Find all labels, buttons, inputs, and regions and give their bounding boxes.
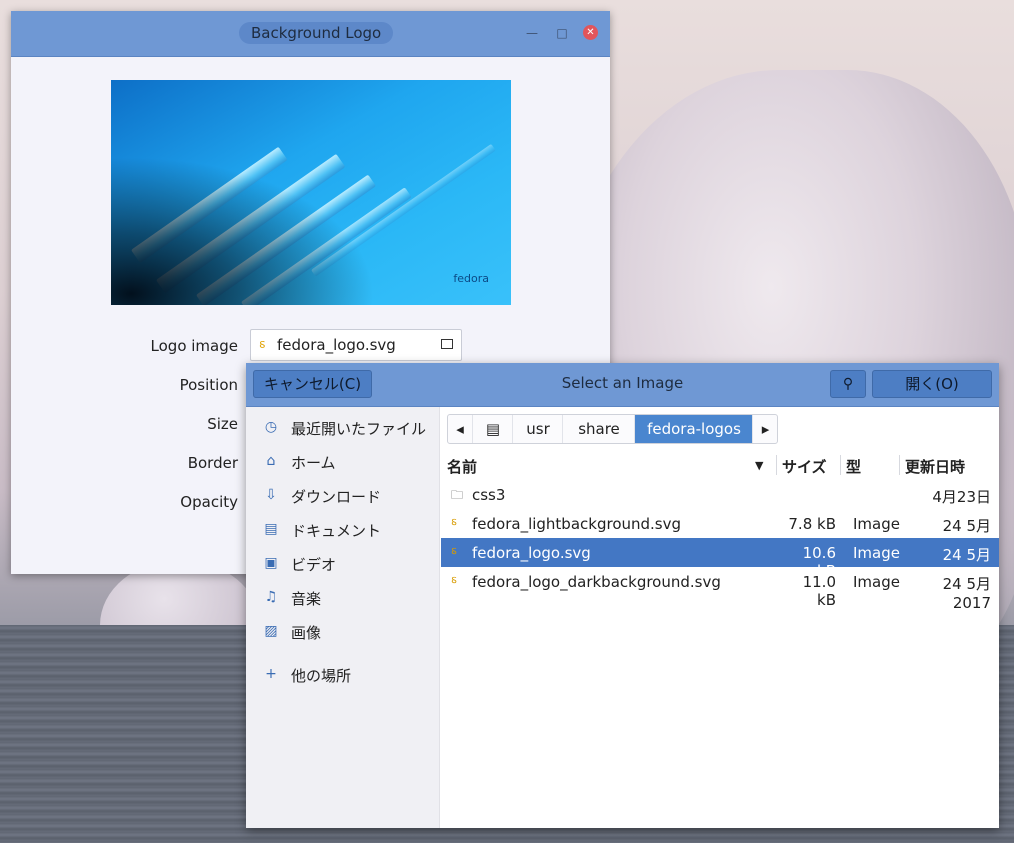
sidebar-item-label: 画像 (291, 624, 322, 642)
file-row[interactable]: 🗀 css3 4月23日 (441, 480, 999, 509)
logo-image-picker[interactable]: ⸹ fedora_logo.svg (250, 329, 462, 361)
download-icon: ⇩ (265, 487, 277, 503)
clock-icon: ◷ (264, 419, 278, 435)
sidebar-item-label: 他の場所 (291, 667, 352, 685)
opacity-label: Opacity (180, 493, 238, 511)
search-button[interactable]: ⚲ (830, 370, 866, 398)
sidebar-item-music[interactable]: ♫ 音楽 (246, 583, 440, 613)
window-title: Background Logo (239, 22, 394, 44)
column-name[interactable]: 名前 (447, 456, 477, 477)
logo-preview-image: fedora (111, 80, 511, 305)
svg-file-icon: ⸹ (259, 340, 266, 355)
svg-file-icon: ⸹ (451, 546, 458, 560)
file-row[interactable]: ⸹ fedora_lightbackground.svg 7.8 kB Imag… (441, 509, 999, 554)
dialog-title: Select an Image (561, 374, 684, 392)
path-segment-current[interactable]: fedora-logos (634, 415, 753, 443)
path-back-arrow-icon[interactable]: ◂ (448, 415, 472, 443)
folder-icon (441, 339, 453, 349)
sidebar-item-label: ホーム (291, 454, 336, 472)
file-size: 11.0 kB (802, 573, 836, 609)
places-sidebar: ◷ 最近開いたファイル ⌂ ホーム ⇩ ダウンロード ▤ ドキュメント ▣ ビデ… (246, 407, 440, 828)
logo-image-value: fedora_logo.svg (277, 336, 396, 354)
logo-image-label: Logo image (150, 337, 238, 355)
sidebar-item-pictures[interactable]: ▨ 画像 (246, 617, 440, 647)
home-icon: ⌂ (266, 453, 276, 469)
file-row-selected[interactable]: ⸹ fedora_logo.svg 10.6 kB Image 24 5月 20… (441, 538, 999, 583)
maximize-icon[interactable]: □ (554, 25, 570, 41)
file-modified: 24 5月 2017 (942, 575, 991, 612)
cancel-button[interactable]: キャンセル(C) (253, 370, 372, 398)
dialog-header[interactable]: キャンセル(C) Select an Image ⚲ 開く(O) (246, 363, 999, 407)
file-name: css3 (472, 486, 506, 504)
sidebar-item-home[interactable]: ⌂ ホーム (246, 447, 440, 477)
sidebar-item-recent[interactable]: ◷ 最近開いたファイル (246, 413, 440, 443)
path-segment[interactable]: usr (512, 415, 563, 443)
svg-file-icon: ⸹ (451, 517, 458, 531)
file-name: fedora_logo.svg (472, 544, 591, 562)
file-chooser-dialog: キャンセル(C) Select an Image ⚲ 開く(O) ◷ 最近開いた… (246, 363, 999, 828)
size-label: Size (207, 415, 238, 433)
file-modified: 4月23日 (932, 488, 991, 506)
document-icon: ▤ (264, 521, 278, 537)
svg-file-icon: ⸹ (451, 575, 458, 589)
sidebar-item-label: 音楽 (291, 590, 322, 608)
path-segment[interactable]: share (562, 415, 635, 443)
file-type: Image (853, 573, 900, 591)
path-forward-arrow-icon[interactable]: ▸ (752, 415, 778, 443)
sort-descending-icon[interactable]: ▼ (755, 459, 763, 472)
column-modified[interactable]: 更新日時 (905, 456, 965, 477)
column-type[interactable]: 型 (846, 456, 861, 477)
music-icon: ♫ (264, 589, 278, 605)
sidebar-item-label: ビデオ (291, 556, 337, 574)
path-bar: ◂ ▤ usr share fedora-logos ▸ (447, 414, 778, 444)
sidebar-item-videos[interactable]: ▣ ビデオ (246, 549, 440, 579)
file-type: Image (853, 544, 900, 562)
image-icon: ▨ (264, 623, 278, 639)
video-icon: ▣ (264, 555, 278, 571)
sidebar-item-downloads[interactable]: ⇩ ダウンロード (246, 481, 440, 511)
border-label: Border (187, 454, 238, 472)
file-name: fedora_logo_darkbackground.svg (472, 573, 721, 591)
sidebar-item-label: 最近開いたファイル (291, 420, 427, 438)
file-size: 7.8 kB (788, 515, 836, 533)
plus-icon: + (265, 666, 277, 682)
file-row[interactable]: ⸹ fedora_logo_darkbackground.svg 11.0 kB… (441, 567, 999, 612)
sidebar-item-other-locations[interactable]: + 他の場所 (246, 660, 440, 690)
position-label: Position (179, 376, 238, 394)
sidebar-item-label: ドキュメント (291, 522, 382, 540)
drive-icon[interactable]: ▤ (472, 415, 513, 443)
preview-shadow (111, 80, 511, 305)
file-type: Image (853, 515, 900, 533)
file-name: fedora_lightbackground.svg (472, 515, 682, 533)
search-icon: ⚲ (842, 376, 854, 392)
column-size[interactable]: サイズ (782, 456, 827, 477)
close-icon[interactable]: ✕ (583, 25, 598, 40)
titlebar[interactable]: Background Logo — □ ✕ (11, 11, 610, 57)
minimize-icon[interactable]: — (524, 25, 540, 41)
folder-icon: 🗀 (451, 488, 464, 502)
fedora-logo-mark: fedora (453, 272, 489, 285)
sidebar-item-documents[interactable]: ▤ ドキュメント (246, 515, 440, 545)
file-list-header: 名前 ▼ サイズ 型 更新日時 (441, 451, 999, 479)
open-button[interactable]: 開く(O) (872, 370, 992, 398)
sidebar-item-label: ダウンロード (291, 488, 382, 506)
